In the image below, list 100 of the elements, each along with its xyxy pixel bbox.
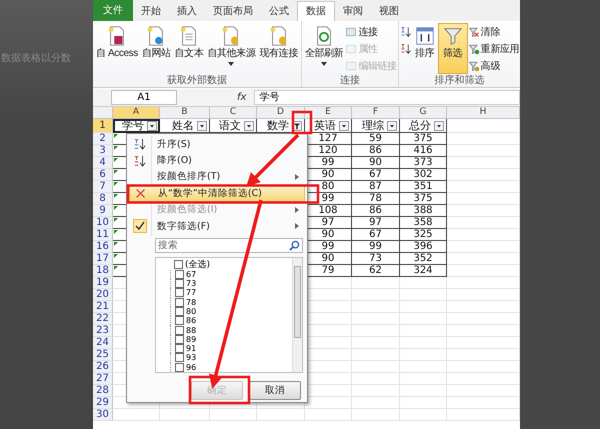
row-header[interactable]: 22 <box>93 313 113 325</box>
ribbon-button[interactable]: 自 Access <box>94 23 140 74</box>
empty-cell <box>352 397 400 409</box>
annotation-box <box>188 376 250 404</box>
row-header[interactable]: 1 <box>93 119 113 133</box>
empty-cell <box>352 337 400 349</box>
empty-cell <box>352 325 400 337</box>
column-header[interactable]: C <box>210 107 257 119</box>
ribbon-button[interactable]: 现有连接 <box>257 23 300 74</box>
column-header[interactable]: A <box>113 107 160 119</box>
menu-item[interactable]: 升序(S) <box>129 136 305 152</box>
sort-icon <box>134 154 146 167</box>
filter-dropdown-button[interactable] <box>387 120 397 130</box>
error-triangle-icon <box>114 146 118 150</box>
error-triangle-icon <box>114 158 118 162</box>
error-triangle-icon <box>114 218 118 222</box>
filter-dropdown-button[interactable] <box>434 120 444 130</box>
row-header[interactable]: 19 <box>93 277 113 289</box>
row-header[interactable]: 20 <box>93 289 113 301</box>
small-icon <box>345 60 358 72</box>
empty-cell <box>400 397 447 409</box>
column-header[interactable]: E <box>305 107 352 119</box>
ribbon-button[interactable]: 自网站 <box>140 23 173 74</box>
row-header[interactable]: 6 <box>93 169 113 181</box>
ribbon-tab[interactable]: 开始 <box>133 2 169 21</box>
row-header[interactable]: 26 <box>93 361 113 373</box>
table-header: 数学 <box>267 120 289 131</box>
row-header[interactable]: 8 <box>93 193 113 205</box>
ribbon-tab[interactable]: 文件 <box>93 0 133 21</box>
table-cell: 388 <box>400 205 447 217</box>
formula-field[interactable]: 学号 <box>254 90 520 105</box>
ribbon-tab[interactable]: 页面布局 <box>205 2 261 21</box>
funnel-icon <box>468 26 480 38</box>
row-header[interactable]: 16 <box>93 241 113 253</box>
ribbon-tab[interactable]: 视图 <box>371 2 407 21</box>
row-header[interactable]: 17 <box>93 253 113 265</box>
row-header[interactable]: 30 <box>93 409 113 421</box>
ribbon-tab[interactable]: 审阅 <box>335 2 371 21</box>
row-header[interactable]: 28 <box>93 385 113 397</box>
small-icon <box>345 26 358 38</box>
row-header[interactable]: 10 <box>93 217 113 229</box>
column-header[interactable]: F <box>352 107 400 119</box>
row-header[interactable]: 21 <box>93 301 113 313</box>
error-triangle-icon <box>114 134 118 138</box>
ribbon-button[interactable]: 清除 <box>468 24 520 39</box>
row-header[interactable]: 7 <box>93 181 113 193</box>
ribbon-button[interactable] <box>400 41 412 56</box>
small-icon <box>345 42 358 54</box>
row-header[interactable]: 25 <box>93 349 113 361</box>
table-cell: 375 <box>400 193 447 205</box>
row-header[interactable]: 18 <box>93 265 113 277</box>
ribbon-button[interactable]: 自其他来源 <box>205 23 258 74</box>
empty-cell <box>352 289 400 301</box>
table-cell: 90 <box>352 157 400 169</box>
ribbon-button[interactable]: 筛选 <box>438 23 468 74</box>
menu-item[interactable]: 数字筛选(F) <box>129 218 305 234</box>
column-header[interactable]: B <box>160 107 210 119</box>
menu-item[interactable]: 按颜色排序(T) <box>129 168 305 186</box>
filter-dropdown-button[interactable] <box>244 120 254 130</box>
small-icon <box>468 42 480 54</box>
ribbon-button[interactable]: 全部刷新 <box>302 23 346 74</box>
column-header[interactable]: G <box>400 107 447 119</box>
column-header[interactable]: D <box>257 107 305 119</box>
ribbon-tab[interactable]: 插入 <box>169 2 205 21</box>
function-label: fx <box>237 92 246 103</box>
filter-dropdown-button[interactable] <box>147 120 157 130</box>
ribbon-button[interactable]: 重新应用 <box>468 41 520 56</box>
filter-dropdown-button[interactable] <box>339 120 349 130</box>
row-header[interactable]: 3 <box>93 145 113 157</box>
row-header[interactable]: 23 <box>93 325 113 337</box>
row-header[interactable]: 29 <box>93 397 113 409</box>
row-header[interactable]: 11 <box>93 229 113 241</box>
name-box[interactable]: A1 <box>111 90 177 105</box>
empty-cell <box>400 313 447 325</box>
row-header[interactable]: 24 <box>93 337 113 349</box>
ribbon-button[interactable]: 高级 <box>468 58 520 73</box>
empty-cell <box>352 277 400 289</box>
search-field[interactable]: 搜索 <box>155 238 303 254</box>
dialog-button[interactable]: 取消 <box>249 381 301 400</box>
value-checkbox[interactable]: (全选) <box>170 260 292 270</box>
row-header[interactable]: 27 <box>93 373 113 385</box>
filter-dropdown-button[interactable] <box>197 120 207 130</box>
row-header[interactable]: 9 <box>93 205 113 217</box>
table-cell: 62 <box>352 265 400 277</box>
error-triangle-icon <box>114 194 118 198</box>
ribbon-button[interactable] <box>400 24 412 39</box>
row-header[interactable]: 2 <box>93 133 113 145</box>
ribbon-button[interactable]: 排序 <box>412 23 438 74</box>
ribbon-tab[interactable]: 公式 <box>261 2 297 21</box>
ribbon-tab[interactable]: 数据 <box>297 1 335 21</box>
ribbon-button[interactable]: 自文本 <box>172 23 206 74</box>
table-cell: 324 <box>400 265 447 277</box>
row-header[interactable]: 4 <box>93 157 113 169</box>
menu-item[interactable]: 降序(O) <box>129 152 305 169</box>
ribbon-button[interactable]: 连接 <box>345 24 397 39</box>
scrollbar[interactable] <box>292 258 302 372</box>
table-cell: 352 <box>400 253 447 265</box>
table-cell: 78 <box>352 193 400 205</box>
submenu-arrow-icon <box>295 174 299 180</box>
table-cell: 351 <box>400 181 447 193</box>
